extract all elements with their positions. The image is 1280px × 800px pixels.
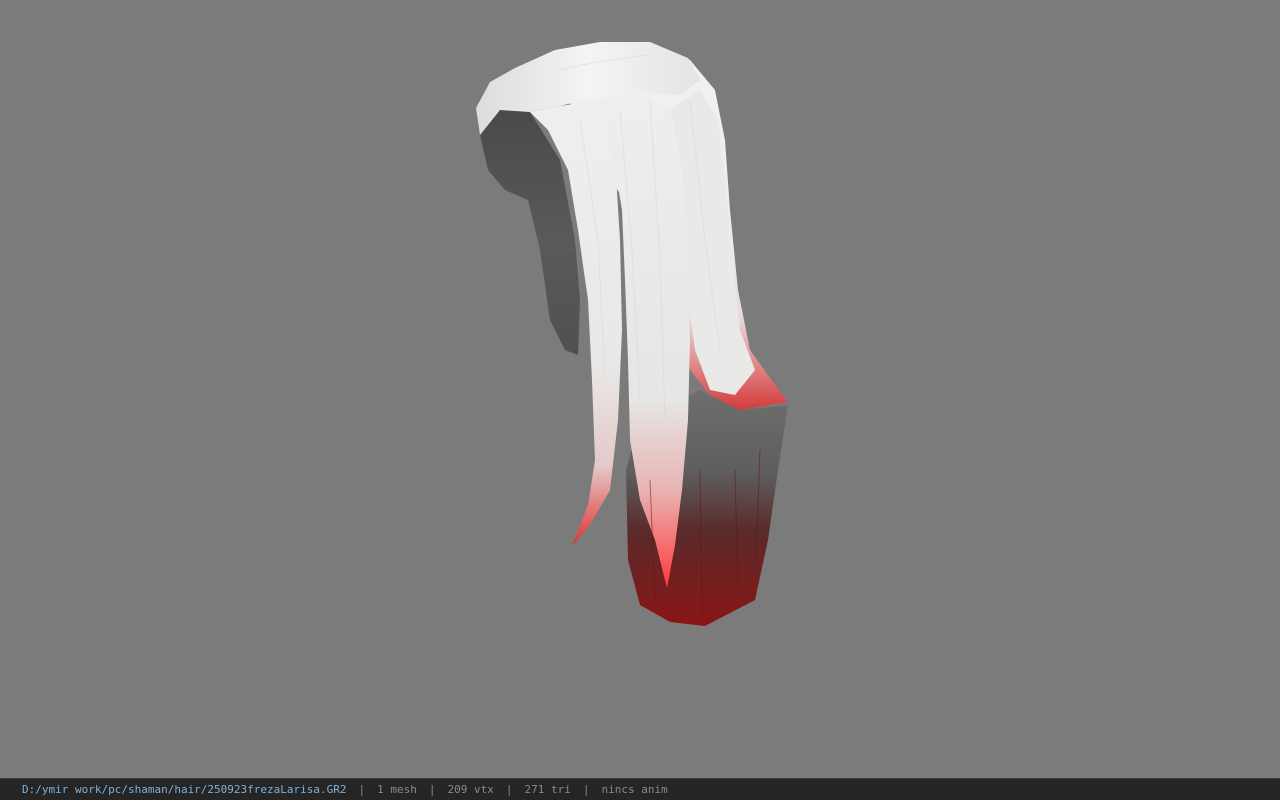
3d-viewport[interactable] bbox=[0, 0, 1280, 778]
animation-status-label: nincs anim bbox=[601, 783, 668, 796]
status-separator: | bbox=[358, 783, 366, 796]
status-bar: D:/ymir work/pc/shaman/hair/250923frezaL… bbox=[0, 778, 1280, 800]
status-separator: | bbox=[582, 783, 590, 796]
triangle-count-label: 271 tri bbox=[524, 783, 571, 796]
file-path-label: D:/ymir work/pc/shaman/hair/250923frezaL… bbox=[22, 783, 347, 796]
mesh-count-label: 1 mesh bbox=[377, 783, 417, 796]
hair-model bbox=[476, 42, 788, 626]
status-separator: | bbox=[505, 783, 513, 796]
status-separator: | bbox=[428, 783, 436, 796]
vertex-count-label: 209 vtx bbox=[447, 783, 494, 796]
